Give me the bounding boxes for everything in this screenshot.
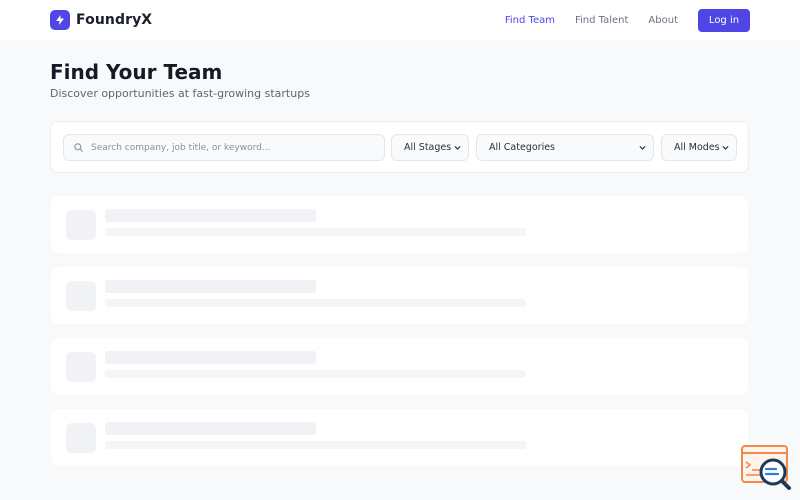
- filter-bar: All Stages All Categories All Modes: [50, 121, 749, 173]
- search-icon: [74, 143, 84, 153]
- mode-select-value: All Modes: [674, 142, 720, 153]
- skeleton-avatar: [66, 423, 96, 453]
- stage-select-value: All Stages: [404, 142, 452, 153]
- stage-select[interactable]: All Stages: [391, 134, 469, 161]
- brand[interactable]: FoundryX: [50, 10, 152, 30]
- skeleton-title: [105, 351, 316, 364]
- skeleton-text: [105, 370, 526, 378]
- nav-find-talent[interactable]: Find Talent: [575, 15, 628, 26]
- page-subtitle: Discover opportunities at fast-growing s…: [50, 87, 310, 100]
- skeleton-title: [105, 422, 316, 435]
- skeleton-text: [105, 299, 526, 307]
- loading-card: [51, 196, 748, 253]
- skeleton-avatar: [66, 352, 96, 382]
- skeleton-avatar: [66, 281, 96, 311]
- category-select-value: All Categories: [489, 142, 556, 153]
- chevron-down-icon: [639, 145, 646, 150]
- search-input[interactable]: [91, 142, 371, 153]
- login-button[interactable]: Log in: [698, 8, 750, 32]
- skeleton-text: [105, 441, 526, 449]
- nav-find-team[interactable]: Find Team: [505, 15, 555, 26]
- brand-name: FoundryX: [76, 12, 153, 28]
- category-select[interactable]: All Categories: [476, 134, 654, 161]
- mode-select[interactable]: All Modes: [661, 134, 737, 161]
- chevron-down-icon: [722, 145, 729, 150]
- lightning-bolt-icon: [50, 10, 70, 30]
- top-navbar: FoundryX Find Team Find Talent About Log…: [0, 0, 800, 40]
- page-title: Find Your Team: [50, 60, 223, 84]
- loading-card: [51, 267, 748, 324]
- chat-widget-icon[interactable]: [740, 444, 792, 492]
- skeleton-title: [105, 280, 316, 293]
- main-nav: Find Team Find Talent About Log in: [505, 8, 750, 32]
- nav-about[interactable]: About: [648, 15, 678, 26]
- search-box[interactable]: [63, 134, 385, 161]
- skeleton-text: [105, 228, 526, 236]
- chevron-down-icon: [454, 145, 461, 150]
- loading-card: [51, 409, 748, 466]
- hero-section: Find Your Team Discover opportunities at…: [0, 40, 800, 100]
- skeleton-avatar: [66, 210, 96, 240]
- loading-card: [51, 338, 748, 395]
- skeleton-title: [105, 209, 316, 222]
